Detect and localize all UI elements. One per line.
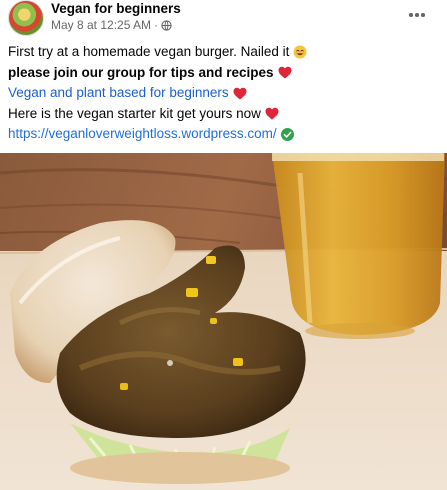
message-text-2: please join our group for tips and recip… [8, 64, 274, 80]
smiling-face-icon [293, 45, 307, 59]
post-header: Vegan for beginners May 8 at 12:25 AM · [0, 0, 447, 40]
message-text-1: First try at a homemade vegan burger. Na… [8, 44, 290, 59]
red-heart-icon [233, 87, 247, 100]
burger-photo-illustration [0, 153, 447, 490]
globe-icon[interactable] [161, 19, 172, 31]
message-line-3: Vegan and plant based for beginners [8, 83, 440, 104]
message-line-1: First try at a homemade vegan burger. Na… [8, 42, 440, 63]
post-message: First try at a homemade vegan burger. Na… [8, 42, 440, 145]
group-link[interactable]: Vegan and plant based for beginners [8, 83, 229, 104]
post-timestamp[interactable]: May 8 at 12:25 AM [51, 18, 151, 32]
message-line-5: https://veganloverweightloss.wordpress.c… [8, 124, 440, 145]
green-check-icon [280, 127, 294, 141]
message-text-4: Here is the vegan starter kit get yours … [8, 105, 261, 121]
message-line-2: please join our group for tips and recip… [8, 63, 440, 84]
more-options-icon[interactable] [405, 6, 429, 24]
website-link[interactable]: https://veganloverweightloss.wordpress.c… [8, 124, 277, 145]
post-meta: May 8 at 12:25 AM · [51, 18, 172, 32]
page-avatar[interactable] [8, 0, 44, 36]
red-heart-icon [278, 66, 292, 79]
message-line-4: Here is the vegan starter kit get yours … [8, 104, 440, 125]
meta-separator: · [154, 18, 159, 32]
red-heart-icon [265, 107, 279, 120]
post-photo[interactable] [0, 153, 447, 490]
page-name-link[interactable]: Vegan for beginners [51, 1, 181, 16]
